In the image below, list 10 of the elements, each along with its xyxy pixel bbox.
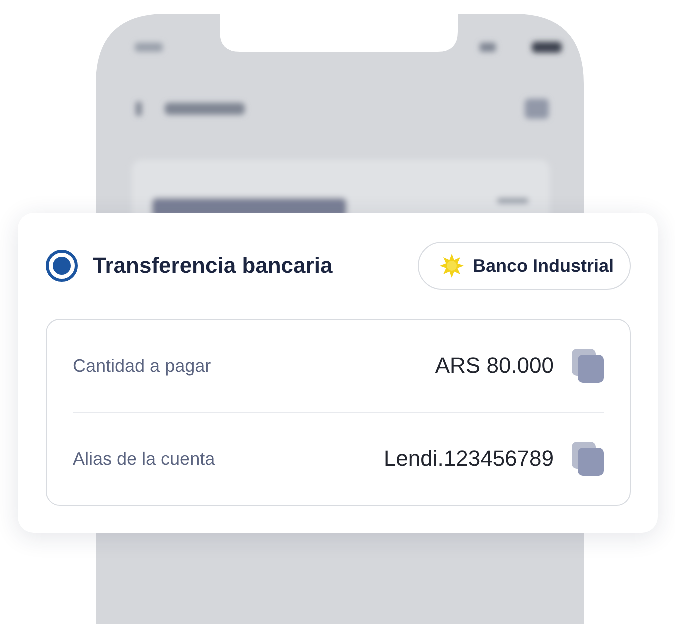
copy-icon[interactable] [572, 349, 604, 383]
copy-icon[interactable] [572, 442, 604, 476]
detail-label: Cantidad a pagar [73, 356, 212, 376]
bank-chip[interactable]: Banco Industrial [418, 242, 631, 290]
radio-button[interactable] [46, 250, 78, 282]
sun-logo-icon [438, 253, 465, 279]
payment-method-label: Transferencia bancaria [93, 253, 334, 279]
detail-label: Alias de la cuenta [73, 448, 216, 470]
detail-value: ARS 80.000 [435, 353, 554, 379]
detail-value: Lendi.123456789 [384, 446, 554, 472]
